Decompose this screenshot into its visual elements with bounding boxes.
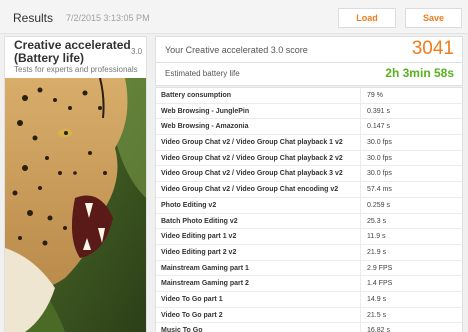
row-test-name: Video Group Chat v2 / Video Group Chat e… <box>156 182 361 197</box>
table-row: Video Group Chat v2 / Video Group Chat p… <box>156 135 462 151</box>
row-test-value: 57.4 ms <box>367 186 392 194</box>
test-title: Creative accelerated (Battery life) <box>14 38 131 65</box>
table-row: Video To Go part 1 14.9 s <box>156 291 462 308</box>
row-test-name: Mainstream Gaming part 1 <box>156 260 361 276</box>
table-row: Video Group Chat v2 / Video Group Chat p… <box>156 166 462 183</box>
row-test-value: 21.5 s <box>367 311 387 319</box>
test-subtitle: Tests for experts and professionals <box>14 65 138 74</box>
row-test-value: 0.147 s <box>367 123 390 131</box>
row-test-value: 1.4 FPS <box>367 280 393 288</box>
test-info-panel: Creative accelerated (Battery life) 3.0 … <box>4 36 147 332</box>
table-row: Mainstream Gaming part 2 1.4 FPS <box>156 276 462 292</box>
save-button[interactable]: Save <box>405 8 462 28</box>
row-test-value: 30.0 fps <box>367 139 392 147</box>
load-button[interactable]: Load <box>338 8 396 28</box>
results-window: Results 7/2/2015 3:13:05 PM Load Save Cr… <box>0 0 468 332</box>
row-test-value: 30.0 fps <box>367 170 392 178</box>
table-row: Batch Photo Editing v2 25.3 s <box>156 213 462 230</box>
row-test-name: Video Editing part 1 v2 <box>156 229 361 244</box>
table-row: Web Browsing - JunglePin 0.391 s <box>156 103 462 120</box>
row-test-value: 16.82 s <box>367 327 390 332</box>
table-row: Battery consumption 79 % <box>156 88 462 104</box>
score-value: 3041 <box>411 38 454 59</box>
row-test-name: Video Group Chat v2 / Video Group Chat p… <box>156 150 361 166</box>
battery-value: 2h 3min 58s <box>385 66 454 80</box>
row-test-value: 11.9 s <box>367 233 386 241</box>
table-row: Video Editing part 2 v2 21.9 s <box>156 244 462 261</box>
row-test-value: 2.9 FPS <box>367 264 393 272</box>
score-label: Your Creative accelerated 3.0 score <box>165 45 308 55</box>
row-test-name: Video Group Chat v2 / Video Group Chat p… <box>156 135 361 150</box>
row-test-value: 14.9 s <box>367 295 387 303</box>
row-test-value: 30.0 fps <box>367 154 392 162</box>
row-test-name: Video Editing part 2 v2 <box>156 244 361 260</box>
row-test-name: Photo Editing v2 <box>156 197 361 213</box>
row-test-value: 0.259 s <box>367 201 390 209</box>
header-bar: Results 7/2/2015 3:13:05 PM Load Save <box>0 0 468 34</box>
test-version: 3.0 <box>131 47 143 56</box>
row-test-name: Video Group Chat v2 / Video Group Chat p… <box>156 166 361 182</box>
table-row: Web Browsing - Amazonia 0.147 s <box>156 119 462 136</box>
result-date: 7/2/2015 3:13:05 PM <box>66 13 150 23</box>
row-test-value: 21.9 s <box>367 248 387 256</box>
leopard-image <box>5 78 146 332</box>
table-row: Photo Editing v2 0.259 s <box>156 197 462 214</box>
table-row: Music To Go 16.82 s <box>156 323 462 332</box>
row-test-name: Battery consumption <box>156 88 361 103</box>
row-test-name: Web Browsing - Amazonia <box>156 119 361 135</box>
row-test-name: Video To Go part 1 <box>156 291 361 307</box>
score-box: Your Creative accelerated 3.0 score 3041 <box>155 36 463 63</box>
battery-box: Estimated battery life 2h 3min 58s <box>155 63 463 86</box>
results-table: Battery consumption 79 % Web Browsing - Ju… <box>155 87 463 332</box>
battery-label: Estimated battery life <box>165 69 240 78</box>
table-row: Mainstream Gaming part 1 2.9 FPS <box>156 260 462 277</box>
table-row: Video Group Chat v2 / Video Group Chat e… <box>156 182 462 198</box>
table-row: Video Group Chat v2 / Video Group Chat p… <box>156 150 462 167</box>
row-test-name: Web Browsing - JunglePin <box>156 103 361 119</box>
row-test-name: Mainstream Gaming part 2 <box>156 276 361 291</box>
row-test-name: Video To Go part 2 <box>156 307 361 323</box>
row-test-name: Music To Go <box>156 323 361 332</box>
row-test-value: 25.3 s <box>367 217 387 225</box>
table-row: Video To Go part 2 21.5 s <box>156 307 462 324</box>
row-test-value: 0.391 s <box>367 107 390 115</box>
table-row: Video Editing part 1 v2 11.9 s <box>156 229 462 245</box>
row-test-value: 79 % <box>367 92 383 99</box>
page-title: Results <box>13 11 54 25</box>
row-test-name: Batch Photo Editing v2 <box>156 213 361 229</box>
